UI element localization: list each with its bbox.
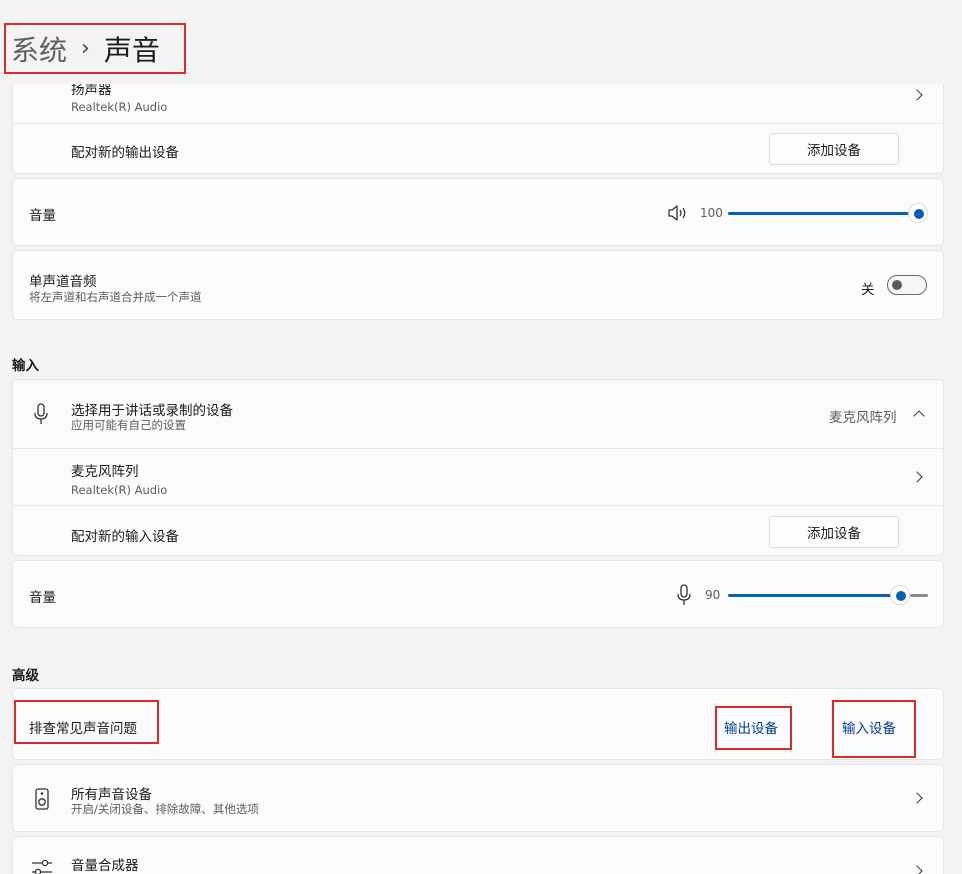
input-volume-card: 音量 90 bbox=[12, 560, 944, 628]
troubleshoot-label: 排查常见声音问题 bbox=[29, 721, 137, 737]
breadcrumb-system[interactable]: 系统 bbox=[11, 29, 67, 69]
all-sound-devices-title: 所有声音设备 bbox=[71, 787, 152, 803]
input-device-name: 麦克风阵列 bbox=[71, 464, 139, 480]
mono-audio-toggle[interactable] bbox=[887, 275, 927, 295]
mono-audio-card: 单声道音频 将左声道和右声道合并成一个声道 关 bbox=[12, 250, 944, 320]
chevron-right-icon bbox=[911, 792, 923, 804]
add-output-device-button[interactable]: 添加设备 bbox=[769, 133, 899, 165]
output-devices-card: 扬声器 Realtek(R) Audio 配对新的输出设备 添加设备 bbox=[12, 70, 944, 174]
input-section-title: 输入 bbox=[12, 358, 39, 374]
all-sound-devices-desc: 开启/关闭设备、排除故障、其他选项 bbox=[71, 802, 259, 816]
breadcrumb: 系统 › 声音 bbox=[4, 23, 186, 74]
pair-input-row: 配对新的输入设备 添加设备 bbox=[13, 506, 943, 557]
chevron-right-icon bbox=[911, 865, 923, 874]
mono-audio-title: 单声道音频 bbox=[29, 274, 97, 290]
page-title: 声音 bbox=[103, 33, 160, 67]
add-input-device-button[interactable]: 添加设备 bbox=[769, 516, 899, 548]
input-volume-value: 90 bbox=[705, 588, 721, 602]
mono-audio-state: 关 bbox=[861, 282, 875, 298]
microphone-icon[interactable] bbox=[676, 584, 692, 606]
input-select-desc: 应用可能有自己的设置 bbox=[71, 418, 186, 432]
pair-output-row: 配对新的输出设备 添加设备 bbox=[13, 124, 943, 174]
input-devices-card: 选择用于讲话或录制的设备 应用可能有自己的设置 麦克风阵列 麦克风阵列 Real… bbox=[12, 379, 944, 556]
chevron-right-icon bbox=[911, 471, 923, 483]
input-selected-device: 麦克风阵列 bbox=[829, 410, 897, 426]
output-volume-card: 音量 100 bbox=[12, 178, 944, 246]
input-volume-slider-thumb[interactable] bbox=[890, 585, 910, 605]
chevron-up-icon[interactable] bbox=[913, 410, 925, 422]
output-device-detail: Realtek(R) Audio bbox=[71, 100, 168, 114]
volume-mixer-card[interactable]: 音量合成器 bbox=[12, 836, 944, 874]
output-volume-value: 100 bbox=[700, 206, 723, 220]
toggle-knob bbox=[892, 280, 902, 290]
output-volume-slider-track[interactable] bbox=[728, 212, 918, 215]
breadcrumb-separator-icon: › bbox=[81, 36, 90, 61]
mixer-icon bbox=[32, 859, 52, 874]
output-devices-link[interactable]: 输出设备 bbox=[724, 717, 778, 737]
input-volume-label: 音量 bbox=[29, 590, 56, 606]
microphone-icon bbox=[34, 403, 48, 424]
input-volume-slider-track[interactable] bbox=[728, 594, 900, 597]
input-device-mic[interactable]: 麦克风阵列 Realtek(R) Audio bbox=[13, 449, 943, 505]
advanced-section-title: 高级 bbox=[12, 668, 39, 684]
troubleshoot-card: 排查常见声音问题 输出设备 输入设备 bbox=[12, 688, 944, 760]
input-volume-slider-rest[interactable] bbox=[910, 594, 928, 597]
output-volume-slider-thumb[interactable] bbox=[908, 203, 928, 223]
page-header: 系统 › 声音 bbox=[0, 0, 962, 84]
input-device-detail: Realtek(R) Audio bbox=[71, 483, 168, 497]
pair-input-label: 配对新的输入设备 bbox=[71, 529, 179, 545]
mono-audio-desc: 将左声道和右声道合并成一个声道 bbox=[29, 290, 202, 304]
input-device-select-row[interactable]: 选择用于讲话或录制的设备 应用可能有自己的设置 麦克风阵列 bbox=[13, 380, 943, 448]
output-volume-label: 音量 bbox=[29, 208, 56, 224]
all-sound-devices-card[interactable]: 所有声音设备 开启/关闭设备、排除故障、其他选项 bbox=[12, 764, 944, 832]
input-select-title: 选择用于讲话或录制的设备 bbox=[71, 403, 233, 419]
speaker-volume-icon[interactable] bbox=[667, 204, 689, 222]
speaker-device-icon bbox=[35, 788, 49, 810]
chevron-right-icon bbox=[911, 89, 923, 101]
input-devices-link[interactable]: 输入设备 bbox=[842, 717, 896, 737]
pair-output-label: 配对新的输出设备 bbox=[71, 145, 179, 161]
volume-mixer-title: 音量合成器 bbox=[71, 858, 139, 874]
